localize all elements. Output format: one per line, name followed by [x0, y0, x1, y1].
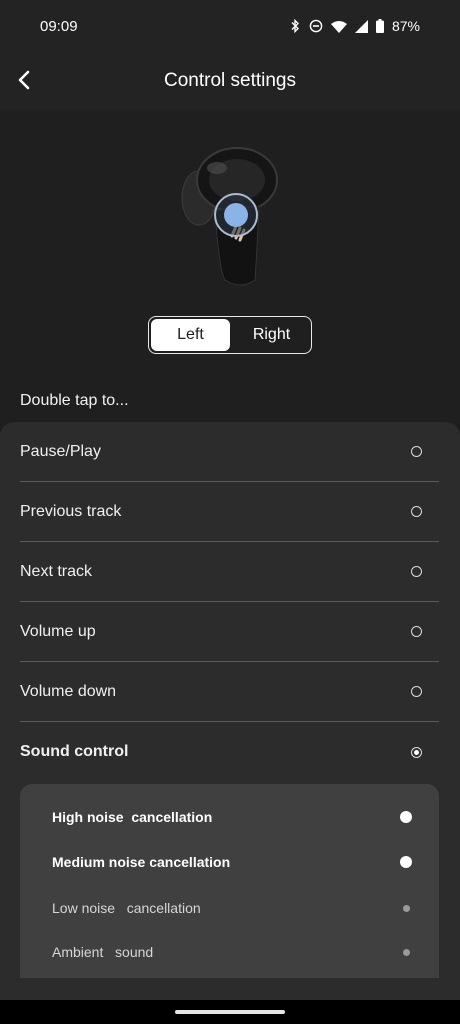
- option-label: Previous track: [20, 502, 122, 520]
- wifi-icon: [330, 20, 347, 33]
- option-label: Volume up: [20, 622, 96, 640]
- option-pause-play[interactable]: Pause/Play: [20, 422, 439, 482]
- battery-percent: 87%: [391, 18, 420, 34]
- sub-option-label: Ambient sound: [52, 944, 154, 960]
- home-gesture-handle[interactable]: [175, 1010, 285, 1014]
- sub-option-label: High noise cancellation: [52, 809, 213, 825]
- option-next-track[interactable]: Next track: [20, 542, 439, 602]
- enabled-dot[interactable]: [400, 811, 412, 823]
- back-button[interactable]: [10, 66, 38, 94]
- option-sound-control[interactable]: Sound control: [20, 722, 439, 782]
- do-not-disturb-icon: [309, 19, 323, 33]
- option-volume-down[interactable]: Volume down: [20, 662, 439, 722]
- section-label: Double tap to...: [20, 392, 129, 409]
- option-previous-track[interactable]: Previous track: [20, 482, 439, 542]
- option-label: Volume down: [20, 682, 117, 700]
- option-label: Pause/Play: [20, 442, 101, 460]
- back-chevron-icon: [18, 70, 30, 90]
- disabled-dot[interactable]: [403, 904, 410, 912]
- earbud-preview: Left Right Double tap to...: [0, 110, 460, 422]
- radio-button[interactable]: [411, 626, 422, 637]
- battery-icon: [375, 19, 384, 33]
- sub-option-label: Low noise cancellation: [52, 900, 201, 916]
- option-volume-up[interactable]: Volume up: [20, 602, 439, 662]
- enabled-dot[interactable]: [400, 856, 412, 868]
- radio-button[interactable]: [411, 566, 422, 577]
- status-bar: 09:09 87%: [0, 0, 460, 52]
- signal-icon: [354, 19, 368, 33]
- app-header: Control settings: [0, 52, 460, 110]
- sound-control-submenu: High noise cancellation Medium noise can…: [20, 784, 439, 978]
- sub-option-ambient-sound[interactable]: Ambient sound: [52, 937, 417, 967]
- sub-option-low-noise-cancellation[interactable]: Low noise cancellation: [52, 893, 417, 923]
- radio-button[interactable]: [411, 506, 422, 517]
- sub-option-high-noise-cancellation[interactable]: High noise cancellation: [52, 802, 417, 832]
- option-label: Next track: [20, 562, 93, 580]
- radio-button-selected[interactable]: [411, 746, 422, 758]
- right-side-button[interactable]: Right: [232, 317, 311, 353]
- navigation-bar: [0, 1000, 460, 1024]
- earbud-image: [181, 147, 278, 286]
- sub-option-label: Medium noise cancellation: [52, 854, 231, 870]
- action-panel: Pause/Play Previous track Next track Vol…: [0, 422, 460, 1000]
- status-icons: 87%: [289, 18, 420, 34]
- radio-button[interactable]: [411, 686, 422, 697]
- radio-button[interactable]: [411, 446, 422, 457]
- page-title: Control settings: [163, 70, 296, 91]
- side-toggle: Left Right: [148, 316, 312, 354]
- disabled-dot[interactable]: [403, 948, 410, 956]
- option-label: Sound control: [20, 743, 129, 760]
- status-time: 09:09: [40, 17, 78, 35]
- sub-option-medium-noise-cancellation[interactable]: Medium noise cancellation: [52, 847, 417, 877]
- bluetooth-icon: [289, 19, 301, 33]
- left-side-button[interactable]: Left: [151, 319, 230, 351]
